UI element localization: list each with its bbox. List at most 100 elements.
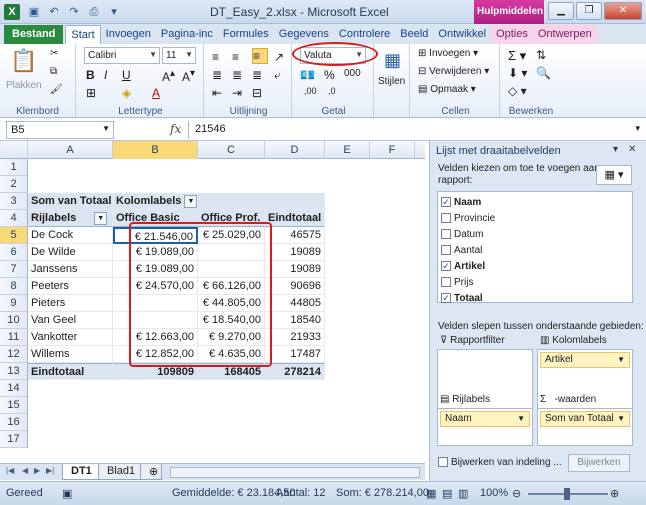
value-field-som-van-totaal[interactable]: Som van Totaal ▼: [540, 411, 630, 427]
pivot-column-labels-cell[interactable]: Kolomlabels ▼: [113, 193, 198, 210]
increase-decimal-icon[interactable]: ,00: [304, 86, 317, 96]
chevron-down-icon[interactable]: ▼: [617, 412, 625, 426]
pivot-row-name[interactable]: Vankotter: [28, 329, 113, 346]
pivot-column-header[interactable]: Eindtotaal: [265, 210, 325, 227]
zoom-level[interactable]: 100%: [480, 487, 508, 499]
align-middle-icon[interactable]: ≡: [232, 50, 239, 64]
pivot-row-name[interactable]: Van Geel: [28, 312, 113, 329]
tab-data[interactable]: Gegevens: [274, 25, 334, 44]
pivot-total-cell[interactable]: 46575: [265, 227, 325, 244]
font-name-combo[interactable]: Calibri ▼: [84, 47, 160, 64]
macro-record-icon[interactable]: ▣: [62, 487, 72, 500]
delete-cells-button[interactable]: ⊟ Verwijderen ▾: [418, 66, 489, 77]
autosum-icon[interactable]: Σ ▾: [508, 48, 526, 64]
row-header[interactable]: 4: [0, 210, 28, 227]
filter-dropdown-icon[interactable]: ▼: [184, 194, 197, 208]
row-header[interactable]: 8: [0, 278, 28, 295]
new-sheet-icon[interactable]: ⊕: [140, 464, 162, 480]
tab-options[interactable]: Opties: [491, 25, 533, 44]
pane-options-icon[interactable]: ▾: [613, 144, 618, 155]
find-select-icon[interactable]: 🔍: [536, 66, 551, 80]
row-header[interactable]: 12: [0, 346, 28, 363]
tab-page-layout[interactable]: Pagina-inc: [156, 25, 218, 44]
checkbox-icon[interactable]: [441, 229, 451, 240]
select-all-corner[interactable]: [0, 141, 28, 159]
field-item-aantal[interactable]: Aantal: [441, 243, 482, 259]
row-header[interactable]: 15: [0, 397, 28, 414]
print-preview-icon[interactable]: ⎙: [86, 4, 102, 20]
merge-center-icon[interactable]: ⊟: [252, 86, 262, 100]
pivot-row-name[interactable]: Janssens: [28, 261, 113, 278]
pivot-row-name[interactable]: De Wilde: [28, 244, 113, 261]
pivot-row-name[interactable]: Pieters: [28, 295, 113, 312]
excel-logo-icon[interactable]: X: [4, 4, 20, 20]
row-header[interactable]: 13: [0, 363, 28, 380]
pivot-total-cell[interactable]: 19089: [265, 261, 325, 278]
tab-file[interactable]: Bestand: [4, 25, 64, 44]
percent-icon[interactable]: %: [324, 68, 335, 82]
column-header[interactable]: D: [265, 141, 325, 159]
column-header[interactable]: B: [113, 141, 198, 159]
checkbox-icon[interactable]: [438, 457, 448, 468]
fill-icon[interactable]: ⬇ ▾: [508, 66, 527, 80]
row-header[interactable]: 14: [0, 380, 28, 397]
field-item-datum[interactable]: Datum: [441, 227, 483, 243]
minimize-button[interactable]: ▁: [548, 2, 574, 20]
name-box[interactable]: B5 ▼: [6, 121, 114, 139]
row-header[interactable]: 9: [0, 295, 28, 312]
paste-icon[interactable]: 📋: [10, 48, 37, 74]
row-header[interactable]: 17: [0, 431, 28, 448]
checkbox-checked-icon[interactable]: ✓: [441, 197, 451, 208]
row-labels-area[interactable]: Naam ▼: [437, 408, 533, 446]
row-field-naam[interactable]: Naam ▼: [440, 411, 530, 427]
tab-formulas[interactable]: Formules: [218, 25, 274, 44]
row-header[interactable]: 16: [0, 414, 28, 431]
insert-function-icon[interactable]: fx: [170, 122, 181, 136]
insert-cells-button[interactable]: ⊞ Invoegen ▾: [418, 48, 478, 59]
update-button[interactable]: Bijwerken: [568, 454, 630, 472]
field-item-naam[interactable]: ✓ Naam: [441, 195, 481, 211]
pivot-total-cell[interactable]: 18540: [265, 312, 325, 329]
zoom-in-icon[interactable]: ⊕: [610, 487, 619, 500]
sheet-tab-dt1[interactable]: DT1: [62, 464, 101, 480]
redo-icon[interactable]: ↷: [66, 4, 82, 20]
column-header[interactable]: C: [198, 141, 265, 159]
tab-review[interactable]: Controlere: [334, 25, 395, 44]
row-header[interactable]: 1: [0, 159, 28, 176]
row-header[interactable]: 7: [0, 261, 28, 278]
pivot-grand-total-label[interactable]: Eindtotaal: [28, 363, 113, 380]
pane-close-icon[interactable]: ✕: [628, 144, 636, 155]
pivot-total-cell[interactable]: 19089: [265, 244, 325, 261]
checkbox-checked-icon[interactable]: ✓: [441, 261, 451, 272]
paste-button[interactable]: Plakken: [6, 80, 42, 91]
row-header[interactable]: 10: [0, 312, 28, 329]
first-sheet-icon[interactable]: |◀: [6, 466, 14, 475]
pivot-row-name[interactable]: De Cock: [28, 227, 113, 244]
row-header[interactable]: 5: [0, 227, 28, 244]
tab-developer[interactable]: Ontwikkel: [433, 25, 491, 44]
wrap-text-icon[interactable]: ⤶: [274, 68, 281, 83]
format-cells-button[interactable]: ▤ Opmaak ▾: [418, 84, 476, 95]
column-field-artikel[interactable]: Artikel ▼: [540, 352, 630, 368]
report-filter-area[interactable]: [437, 349, 533, 416]
checkbox-icon[interactable]: [441, 213, 451, 224]
tab-insert[interactable]: Invoegen: [101, 25, 156, 44]
field-item-provincie[interactable]: Provincie: [441, 211, 495, 227]
tab-design[interactable]: Ontwerpen: [532, 25, 597, 44]
restore-button[interactable]: ❐: [576, 2, 602, 20]
chevron-down-icon[interactable]: ▼: [517, 412, 525, 426]
borders-icon[interactable]: ⊞: [86, 86, 96, 100]
currency-icon[interactable]: 💶: [300, 68, 315, 82]
column-header[interactable]: F: [370, 141, 415, 159]
pivot-row-labels-cell[interactable]: Rijlabels ▼: [28, 210, 113, 227]
undo-icon[interactable]: ↶: [46, 4, 62, 20]
cut-icon[interactable]: ✂: [50, 48, 58, 59]
expand-formula-bar-icon[interactable]: ▾: [635, 123, 640, 134]
pivot-row-name[interactable]: Willems: [28, 346, 113, 363]
zoom-slider-thumb[interactable]: [564, 488, 570, 500]
align-top-icon[interactable]: ≡: [212, 50, 219, 64]
normal-view-icon[interactable]: ▦: [426, 487, 436, 500]
pivot-corner-label[interactable]: Som van Totaal: [28, 193, 113, 210]
align-bottom-icon[interactable]: ≡: [252, 48, 268, 64]
tab-home[interactable]: Start: [65, 25, 101, 44]
